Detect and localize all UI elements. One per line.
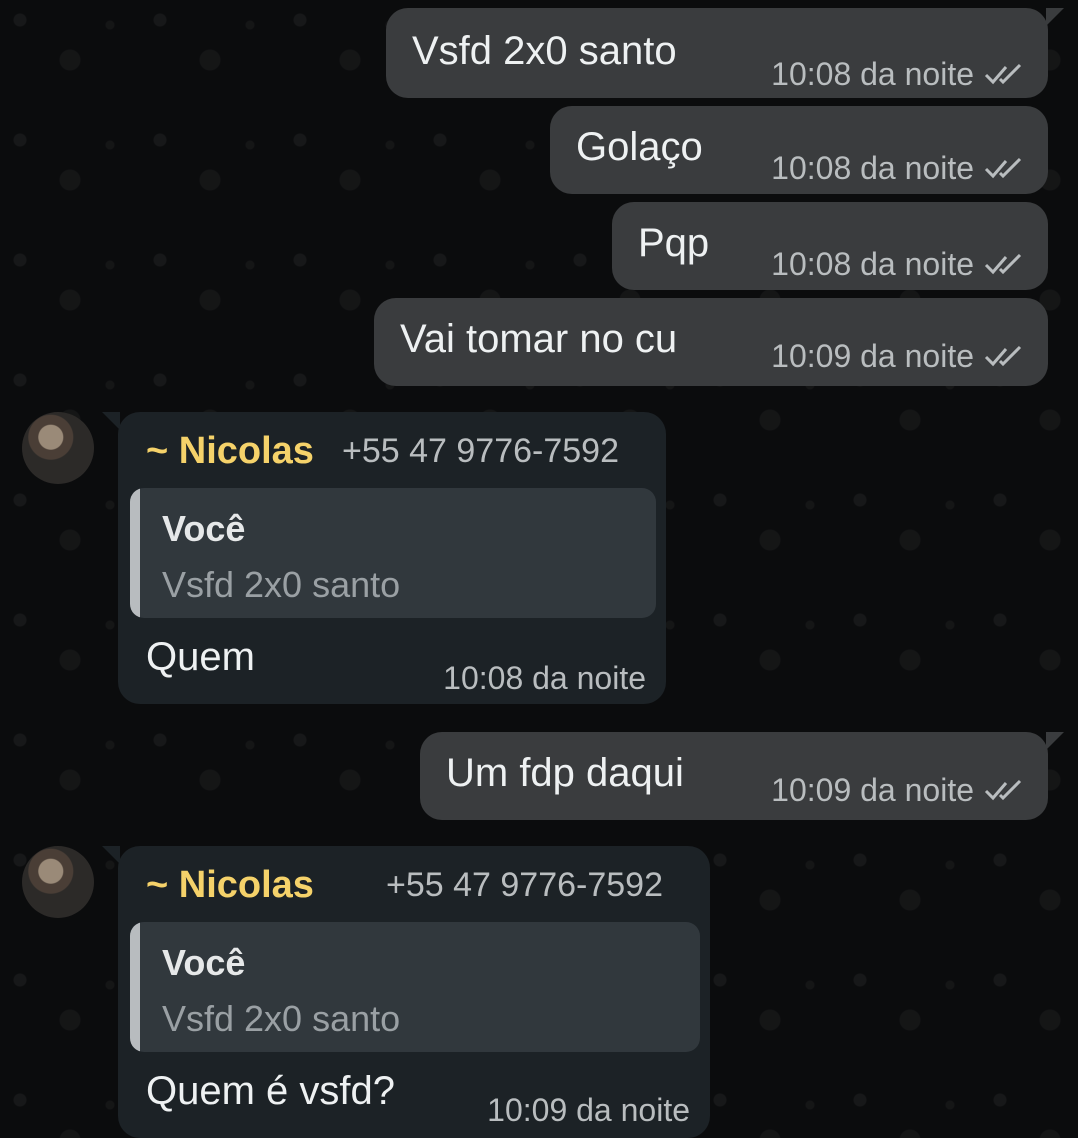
message-time: 10:09 da noite [771,338,974,374]
bubble-tail [1046,732,1064,750]
double-check-icon [984,253,1022,275]
message-text: Pqp [638,221,710,265]
message-text: Quem [146,635,255,679]
outgoing-message[interactable]: Vai tomar no cu 10:09 da noite [374,298,1048,386]
quote-author: Você [162,508,246,549]
sender-name[interactable]: ~ Nicolas [146,430,314,473]
sender-phone: +55 47 9776-7592 [386,866,663,904]
quote-text: Vsfd 2x0 santo [162,998,401,1039]
sender-name[interactable]: ~ Nicolas [146,864,314,907]
message-time: 10:09 da noite [771,772,974,808]
message-meta: 10:09 da noite [771,338,1024,374]
double-check-icon [984,779,1022,801]
message-time: 10:08 da noite [771,56,974,92]
message-time: 10:08 da noite [771,246,974,282]
quote-author: Você [162,942,246,983]
message-meta: 10:08 da noite [771,56,1024,92]
message-meta: 10:09 da noite [771,772,1024,808]
quoted-message[interactable]: Você Vsfd 2x0 santo [130,488,656,618]
contact-avatar[interactable] [22,412,94,484]
double-check-icon [984,157,1022,179]
message-time: 10:09 da noite [487,1092,690,1128]
message-meta: 10:08 da noite [771,246,1024,282]
bubble-tail [102,412,120,430]
message-text: Vai tomar no cu [400,317,678,361]
quote-bar [130,922,140,1052]
outgoing-message[interactable]: Pqp 10:08 da noite [612,202,1048,290]
quote-bar [130,488,140,618]
outgoing-message[interactable]: Golaço 10:08 da noite [550,106,1048,194]
quoted-message[interactable]: Você Vsfd 2x0 santo [130,922,700,1052]
contact-avatar[interactable] [22,846,94,918]
message-text: Um fdp daqui [446,751,684,795]
incoming-message[interactable]: ~ Nicolas +55 47 9776-7592 Você Vsfd 2x0… [118,846,710,1138]
sender-phone: +55 47 9776-7592 [342,432,619,470]
double-check-icon [984,63,1022,85]
message-time: 10:08 da noite [443,660,646,696]
bubble-tail [1046,8,1064,26]
incoming-message[interactable]: ~ Nicolas +55 47 9776-7592 Você Vsfd 2x0… [118,412,666,704]
double-check-icon [984,345,1022,367]
outgoing-message[interactable]: Um fdp daqui 10:09 da noite [420,732,1048,820]
outgoing-message[interactable]: Vsfd 2x0 santo 10:08 da noite [386,8,1048,98]
bubble-tail [102,846,120,864]
message-time: 10:08 da noite [771,150,974,186]
message-meta: 10:08 da noite [771,150,1024,186]
quote-text: Vsfd 2x0 santo [162,564,401,605]
message-text: Vsfd 2x0 santo [412,29,677,73]
message-text: Golaço [576,125,703,169]
message-text: Quem é vsfd? [146,1069,396,1113]
